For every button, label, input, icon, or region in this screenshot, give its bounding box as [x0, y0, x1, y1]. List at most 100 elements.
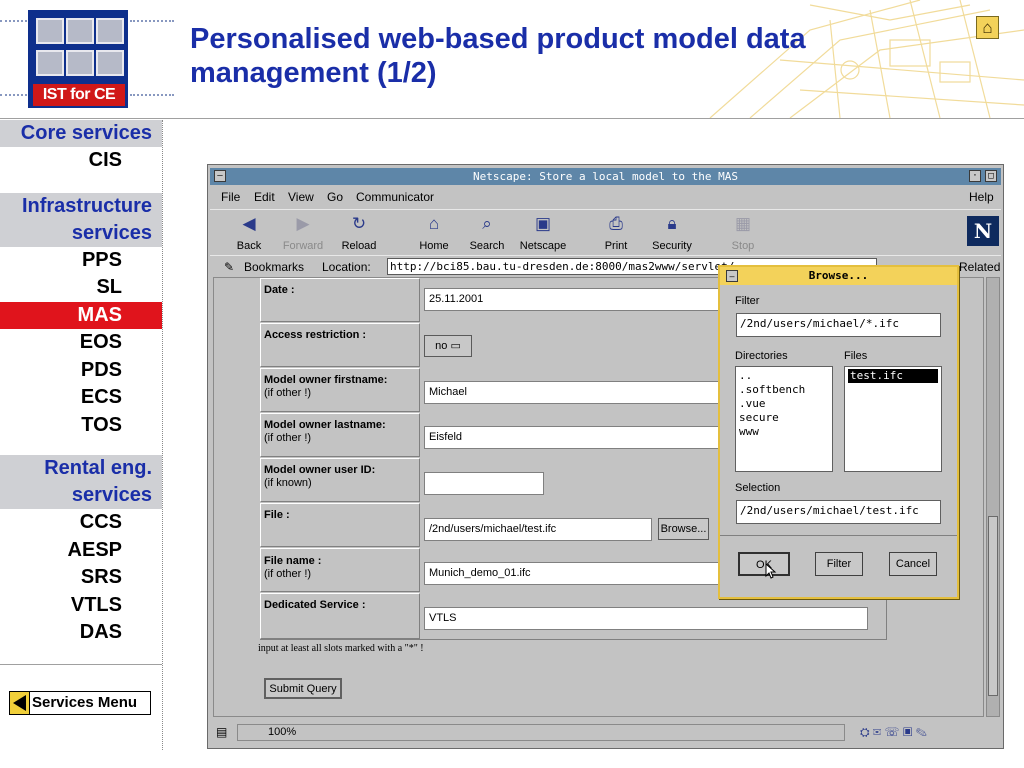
window-menu-button[interactable]: – — [214, 170, 226, 182]
nav-item-eos[interactable]: EOS — [0, 329, 162, 357]
list-item[interactable]: www — [739, 425, 829, 439]
status-zoom: 100% — [237, 724, 845, 741]
cancel-button[interactable]: Cancel — [889, 552, 937, 576]
dotted-rule — [0, 94, 27, 96]
search-icon: ⌕ — [482, 214, 492, 233]
mouse-cursor-icon — [765, 563, 777, 579]
lastname-label: Model owner lastname: (if other !) — [264, 419, 386, 444]
slide-title: Personalised web-based product model dat… — [190, 23, 806, 89]
scrollbar-thumb[interactable] — [988, 516, 998, 696]
menu-communicator[interactable]: Communicator — [356, 190, 434, 204]
printer-icon: ⎙ — [609, 214, 623, 233]
date-field[interactable]: 25.11.2001 — [424, 288, 724, 311]
netscape-logo-icon: N — [967, 216, 999, 246]
menu-help[interactable]: Help — [969, 190, 994, 204]
filter-button[interactable]: Filter — [815, 552, 863, 576]
list-item[interactable]: .softbench — [739, 383, 829, 397]
user-id-field[interactable] — [424, 472, 544, 495]
header-divider — [0, 118, 1024, 119]
maximize-button[interactable]: □ — [985, 170, 997, 182]
nav-item-vtls[interactable]: VTLS — [0, 592, 162, 620]
nav-item-aesp[interactable]: AESP — [0, 537, 162, 565]
security-lock-icon[interactable]: ▤ — [216, 725, 227, 739]
nav-divider — [162, 120, 163, 750]
nav-section-core-services[interactable]: Core services — [0, 120, 162, 147]
file-name-field[interactable]: Munich_demo_01.ifc — [424, 562, 724, 585]
navigation-toolbar: ◀ Back ▶ Forward ↻ Reload ⌂ Home ⌕ Search ▣ Ne… — [210, 209, 1001, 255]
menu-edit[interactable]: Edit — [254, 190, 275, 204]
netscape-button[interactable]: ▣ Netscape — [508, 210, 578, 252]
list-item[interactable]: secure — [739, 411, 829, 425]
minimize-button[interactable]: · — [969, 170, 981, 182]
nav-item-pds[interactable]: PDS — [0, 357, 162, 385]
file-name-label: File name : (if other !) — [264, 555, 322, 580]
list-item[interactable]: .vue — [739, 397, 829, 411]
component-bar-icons[interactable]: ⛭ ✉ ☏ ▣ ✎ — [860, 725, 927, 740]
nav-item-sl[interactable]: SL — [0, 274, 162, 302]
services-menu-label: Services Menu — [32, 694, 138, 711]
dedicated-service-label: Dedicated Service : — [264, 599, 366, 611]
menu-go[interactable]: Go — [327, 190, 343, 204]
list-item[interactable]: .. — [739, 369, 829, 383]
list-item-selected[interactable]: test.ifc — [848, 369, 938, 383]
lastname-field[interactable]: Eisfeld — [424, 426, 724, 449]
reload-button[interactable]: ↻ Reload — [324, 210, 394, 252]
bookmarks-button[interactable]: Bookmarks — [244, 260, 304, 274]
forward-icon: ▶ — [296, 214, 310, 233]
services-nav: Core services CIS Infrastructure service… — [0, 120, 162, 647]
nav-item-cis[interactable]: CIS — [0, 147, 162, 175]
nav-item-mas[interactable]: MAS — [0, 301, 162, 329]
related-button[interactable]: Related — [959, 260, 1000, 274]
nav-section-infrastructure-services[interactable]: Infrastructure services — [0, 192, 162, 247]
dialog-divider — [720, 535, 957, 536]
access-restriction-select[interactable]: no ▭ — [424, 335, 472, 357]
files-label: Files — [844, 350, 868, 362]
date-label: Date : — [264, 284, 295, 296]
filter-label: Filter — [735, 295, 760, 307]
window-titlebar[interactable]: Netscape: Store a local model to the MAS… — [210, 168, 1001, 185]
nav-item-ccs[interactable]: CCS — [0, 509, 162, 537]
nav-item-pps[interactable]: PPS — [0, 247, 162, 275]
file-field[interactable]: /2nd/users/michael/test.ifc — [424, 518, 652, 541]
back-icon: ◀ — [242, 214, 256, 233]
security-button[interactable]: 🔒︎ Security — [637, 210, 707, 252]
browse-button[interactable]: Browse... — [658, 518, 709, 540]
status-bar: ▤ 100% ⛭ ✉ ☏ ▣ ✎ — [210, 721, 1001, 745]
directories-label: Directories — [735, 350, 788, 362]
menu-file[interactable]: File — [221, 190, 240, 204]
stop-button[interactable]: ▦ Stop — [708, 210, 778, 252]
logo-square — [36, 18, 64, 44]
dialog-menu-button[interactable]: – — [726, 270, 738, 282]
dedicated-service-field[interactable]: VTLS — [424, 607, 868, 630]
access-restriction-label: Access restriction : — [264, 329, 367, 341]
directories-list[interactable]: .. .softbench .vue secure www — [735, 366, 833, 472]
logo-square — [96, 50, 124, 76]
dotted-rule — [130, 20, 174, 22]
home-icon[interactable]: ⌂ — [976, 16, 999, 39]
bookmarks-icon[interactable]: ✎ — [224, 260, 234, 274]
nav-item-srs[interactable]: SRS — [0, 564, 162, 592]
nav-item-ecs[interactable]: ECS — [0, 384, 162, 412]
back-arrow-icon — [10, 692, 30, 714]
nav-section-rental-eng-services[interactable]: Rental eng. services — [0, 455, 162, 509]
logo-square — [36, 50, 64, 76]
nav-item-tos[interactable]: TOS — [0, 412, 162, 440]
firstname-field[interactable]: Michael — [424, 381, 724, 404]
nav-item-das[interactable]: DAS — [0, 619, 162, 647]
dotted-rule — [0, 20, 27, 22]
nav-bottom-rule — [0, 664, 162, 665]
dialog-titlebar[interactable]: Browse... — [720, 267, 957, 285]
logo-square — [66, 50, 94, 76]
logo-square — [96, 18, 124, 44]
netscape-icon: ▣ — [534, 214, 552, 233]
logo-square — [66, 18, 94, 44]
vertical-scrollbar[interactable] — [986, 277, 1000, 717]
submit-query-button[interactable]: Submit Query — [264, 678, 342, 699]
menu-view[interactable]: View — [288, 190, 314, 204]
ok-button[interactable]: OK — [738, 552, 790, 576]
selection-input[interactable]: /2nd/users/michael/test.ifc — [736, 500, 941, 524]
services-menu-button[interactable]: Services Menu — [9, 691, 151, 715]
files-list[interactable]: test.ifc — [844, 366, 942, 472]
ist-for-ce-logo: IST for CE — [28, 10, 128, 108]
filter-input[interactable]: /2nd/users/michael/*.ifc — [736, 313, 941, 337]
